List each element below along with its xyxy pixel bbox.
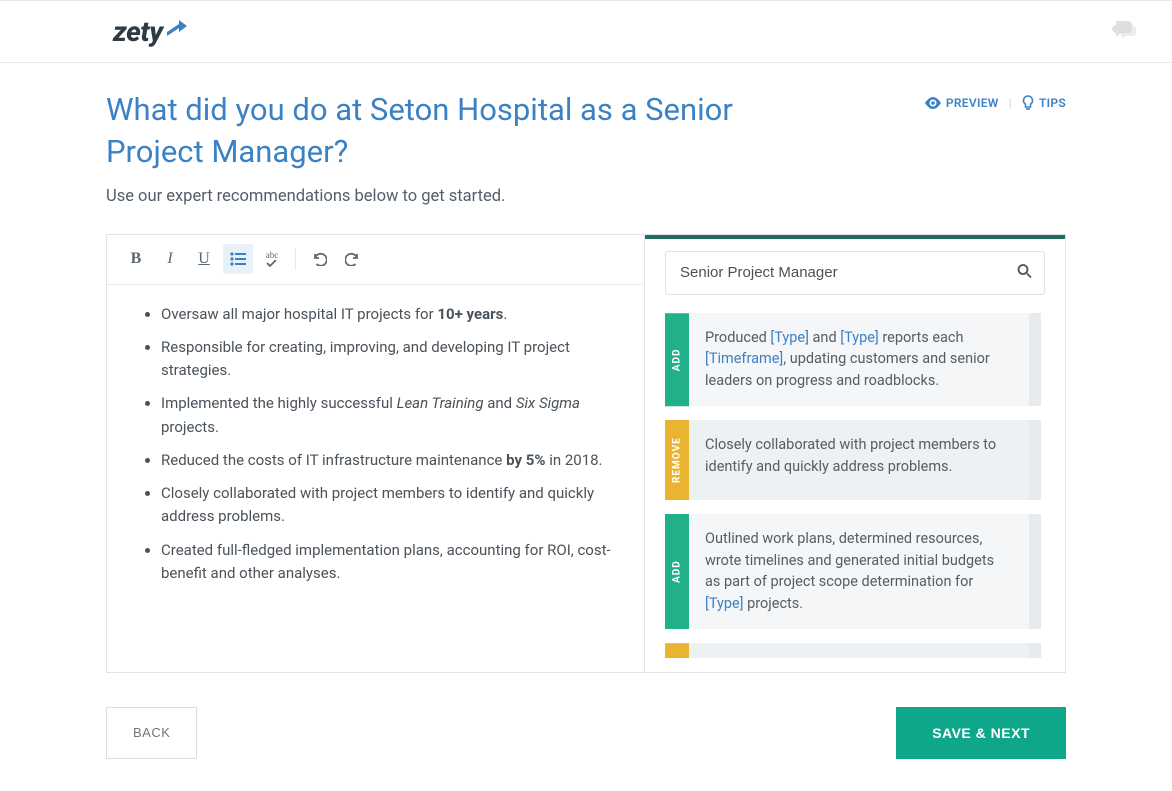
workspace: B I U abc Oversaw all major — [106, 234, 1066, 673]
suggestion-text: Produced [Type] and [Type] reports each … — [689, 313, 1029, 406]
bullet-list: Oversaw all major hospital IT projects f… — [127, 303, 624, 586]
list-item[interactable]: Oversaw all major hospital IT projects f… — [161, 303, 624, 326]
editor-toolbar: B I U abc — [107, 235, 644, 285]
undo-icon — [311, 252, 327, 266]
main-container: What did you do at Seton Hospital as a S… — [106, 63, 1066, 759]
redo-button[interactable] — [338, 244, 368, 274]
drag-handle[interactable] — [1029, 420, 1041, 500]
search-field[interactable] — [665, 251, 1045, 295]
toolbar-separator — [295, 248, 296, 270]
divider: | — [1009, 96, 1012, 110]
preview-link[interactable]: PREVIEW — [925, 96, 999, 110]
add-badge[interactable]: ADD — [665, 514, 689, 629]
topbar: zety — [0, 0, 1172, 63]
suggestion-text: Created full-fledged implementation plan… — [689, 643, 1029, 658]
page-title: What did you do at Seton Hospital as a S… — [106, 89, 826, 173]
drag-handle[interactable] — [1029, 313, 1041, 406]
list-item[interactable]: Reduced the costs of IT infrastructure m… — [161, 449, 624, 472]
underline-button[interactable]: U — [189, 244, 219, 274]
suggestion-item[interactable]: REMOVECreated full-fledged implementatio… — [665, 643, 1041, 658]
list-item[interactable]: Implemented the highly successful Lean T… — [161, 392, 624, 439]
suggestion-text: Outlined work plans, determined resource… — [689, 514, 1029, 629]
suggestions-column: ADDProduced [Type] and [Type] reports ea… — [645, 235, 1065, 672]
tips-label: TIPS — [1039, 96, 1066, 110]
footer-row: BACK SAVE & NEXT — [106, 707, 1066, 759]
drag-handle[interactable] — [1029, 643, 1041, 658]
drag-handle[interactable] — [1029, 514, 1041, 629]
editor-body[interactable]: Oversaw all major hospital IT projects f… — [107, 285, 644, 672]
eye-icon — [925, 97, 941, 109]
header-actions: PREVIEW | TIPS — [925, 95, 1066, 111]
header-row: What did you do at Seton Hospital as a S… — [106, 89, 1066, 173]
remove-badge[interactable]: REMOVE — [665, 643, 689, 658]
suggestion-item[interactable]: ADDProduced [Type] and [Type] reports ea… — [665, 313, 1041, 406]
back-button[interactable]: BACK — [106, 707, 197, 759]
italic-button[interactable]: I — [155, 244, 185, 274]
chat-icon[interactable] — [1112, 19, 1136, 45]
brand-name: zety — [113, 15, 163, 48]
preview-label: PREVIEW — [946, 96, 999, 110]
list-item[interactable]: Created full-fledged implementation plan… — [161, 539, 624, 586]
redo-icon — [345, 252, 361, 266]
bulb-icon — [1022, 95, 1034, 111]
suggestion-item[interactable]: REMOVEClosely collaborated with project … — [665, 420, 1041, 500]
search-icon[interactable] — [1017, 263, 1032, 282]
suggestion-item[interactable]: ADDOutlined work plans, determined resou… — [665, 514, 1041, 629]
suggestion-text: Closely collaborated with project member… — [689, 420, 1029, 500]
list-item[interactable]: Responsible for creating, improving, and… — [161, 336, 624, 383]
undo-button[interactable] — [304, 244, 334, 274]
brand-arrow-icon — [165, 20, 187, 38]
spellcheck-button[interactable]: abc — [257, 244, 287, 274]
bullet-list-button[interactable] — [223, 244, 253, 274]
page-subtitle: Use our expert recommendations below to … — [106, 187, 1066, 206]
add-badge[interactable]: ADD — [665, 313, 689, 406]
brand-logo[interactable]: zety — [113, 15, 187, 48]
save-next-button[interactable]: SAVE & NEXT — [896, 707, 1066, 759]
tips-link[interactable]: TIPS — [1022, 95, 1066, 111]
list-item[interactable]: Closely collaborated with project member… — [161, 482, 624, 529]
check-icon — [266, 260, 278, 268]
suggestions-list[interactable]: ADDProduced [Type] and [Type] reports ea… — [665, 313, 1045, 658]
bold-button[interactable]: B — [121, 244, 151, 274]
remove-badge[interactable]: REMOVE — [665, 420, 689, 500]
search-input[interactable] — [680, 264, 1004, 281]
editor-column: B I U abc Oversaw all major — [107, 235, 645, 672]
list-icon — [230, 252, 246, 266]
